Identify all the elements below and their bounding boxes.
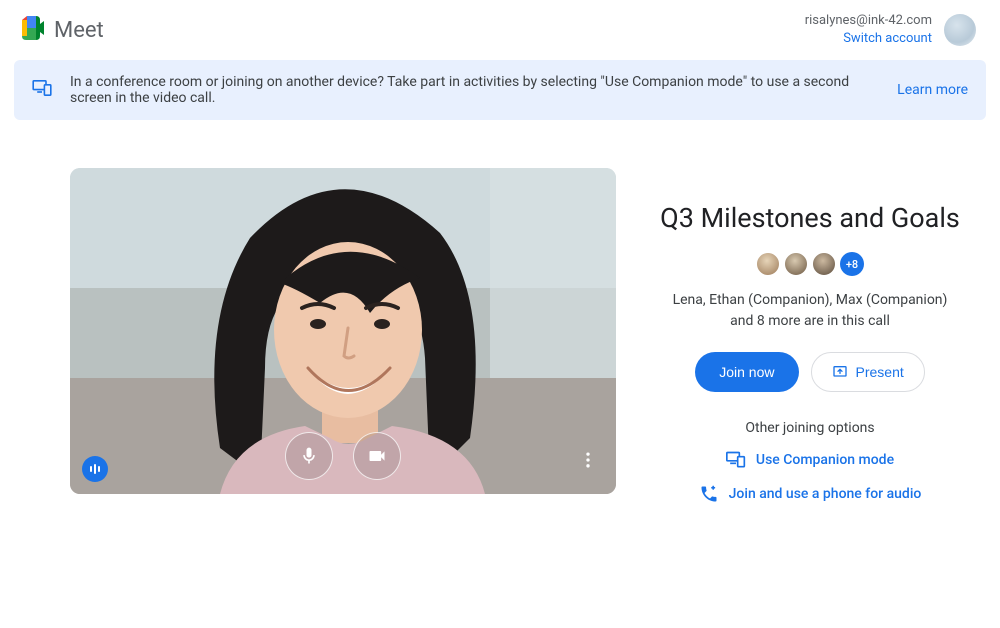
join-now-button[interactable]: Join now xyxy=(695,352,798,392)
account-area: risalynes@ink-42.com Switch account xyxy=(805,12,976,48)
participant-avatar xyxy=(756,252,780,276)
participants-text: Lena, Ethan (Companion), Max (Companion)… xyxy=(660,290,960,332)
microphone-icon xyxy=(299,446,319,466)
companion-mode-link[interactable]: Use Companion mode xyxy=(726,450,894,470)
present-label: Present xyxy=(856,364,904,380)
app-header: Meet risalynes@ink-42.com Switch account xyxy=(0,0,1000,60)
preview-controls xyxy=(285,432,401,480)
mic-toggle-button[interactable] xyxy=(285,432,333,480)
more-vert-icon xyxy=(578,450,598,470)
companion-mode-label: Use Companion mode xyxy=(756,452,894,468)
camera-toggle-button[interactable] xyxy=(353,432,401,480)
brand-name: Meet xyxy=(54,18,104,43)
other-options-title: Other joining options xyxy=(745,420,874,436)
participant-avatar xyxy=(784,252,808,276)
banner-text: In a conference room or joining on anoth… xyxy=(70,74,879,106)
meeting-title: Q3 Milestones and Goals xyxy=(660,202,960,234)
more-options-button[interactable] xyxy=(570,442,606,478)
companion-banner: In a conference room or joining on anoth… xyxy=(14,60,986,120)
phone-audio-label: Join and use a phone for audio xyxy=(729,486,922,502)
join-panel: Q3 Milestones and Goals +8 Lena, Ethan (… xyxy=(636,168,984,518)
learn-more-link[interactable]: Learn more xyxy=(897,82,968,98)
video-preview xyxy=(70,168,616,494)
switch-account-link[interactable]: Switch account xyxy=(843,30,932,48)
participant-more-badge: +8 xyxy=(840,252,864,276)
phone-audio-link[interactable]: Join and use a phone for audio xyxy=(699,484,922,504)
phone-plus-icon xyxy=(699,484,719,504)
participant-avatar xyxy=(812,252,836,276)
participant-avatars: +8 xyxy=(756,252,864,276)
devices-icon xyxy=(32,80,52,100)
avatar[interactable] xyxy=(944,14,976,46)
present-button[interactable]: Present xyxy=(811,352,925,392)
camera-icon xyxy=(367,446,387,466)
brand: Meet xyxy=(20,16,104,44)
present-icon xyxy=(832,364,848,380)
meet-logo-icon xyxy=(20,16,48,44)
account-email: risalynes@ink-42.com xyxy=(805,12,932,30)
devices-icon xyxy=(726,450,746,470)
